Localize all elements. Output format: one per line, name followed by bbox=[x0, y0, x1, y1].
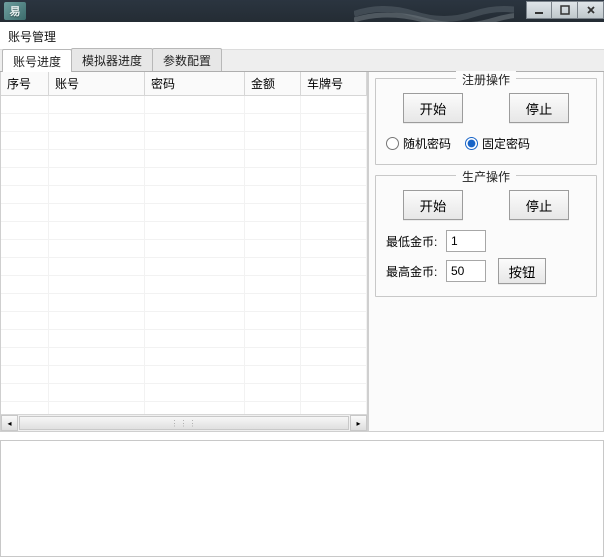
table-row bbox=[1, 312, 367, 330]
max-gold-label: 最高金币: bbox=[386, 263, 442, 280]
produce-stop-button[interactable]: 停止 bbox=[509, 190, 569, 220]
random-pwd-radio[interactable] bbox=[386, 137, 399, 150]
table-row bbox=[1, 348, 367, 366]
table-row bbox=[1, 294, 367, 312]
table-row bbox=[1, 222, 367, 240]
titlebar-decoration bbox=[354, 0, 514, 22]
random-pwd-radio-label[interactable]: 随机密码 bbox=[386, 135, 451, 152]
table-body bbox=[1, 96, 367, 414]
min-gold-label: 最低金币: bbox=[386, 233, 442, 250]
table-row bbox=[1, 258, 367, 276]
table-row bbox=[1, 132, 367, 150]
app-icon: 易 bbox=[4, 2, 26, 20]
register-stop-button[interactable]: 停止 bbox=[509, 93, 569, 123]
table-row bbox=[1, 402, 367, 414]
tab-bar: 账号进度 模拟器进度 参数配置 bbox=[0, 50, 604, 72]
minimize-button[interactable] bbox=[526, 1, 552, 19]
produce-group: 生产操作 开始 停止 最低金币: 最高金币: 按钮 bbox=[375, 175, 597, 297]
tab-account-progress[interactable]: 账号进度 bbox=[2, 49, 72, 72]
col-password[interactable]: 密码 bbox=[145, 72, 245, 96]
table-row bbox=[1, 150, 367, 168]
log-textarea[interactable] bbox=[0, 440, 604, 557]
scroll-right-button[interactable]: ▸ bbox=[350, 415, 367, 431]
close-icon bbox=[586, 5, 596, 15]
produce-extra-button[interactable]: 按钮 bbox=[498, 258, 546, 284]
table-row bbox=[1, 114, 367, 132]
fixed-pwd-text: 固定密码 bbox=[482, 135, 530, 152]
tab-emulator-progress[interactable]: 模拟器进度 bbox=[71, 48, 153, 71]
table-row bbox=[1, 186, 367, 204]
window-controls bbox=[526, 0, 604, 22]
h-scrollbar[interactable]: ◂ ⋮⋮⋮ ▸ bbox=[1, 414, 367, 431]
col-plate[interactable]: 车牌号 bbox=[301, 72, 367, 96]
maximize-icon bbox=[560, 5, 570, 15]
register-start-button[interactable]: 开始 bbox=[403, 93, 463, 123]
produce-legend: 生产操作 bbox=[456, 168, 516, 185]
max-gold-input[interactable] bbox=[446, 260, 486, 282]
titlebar: 易 bbox=[0, 0, 604, 22]
produce-start-button[interactable]: 开始 bbox=[403, 190, 463, 220]
table-row bbox=[1, 276, 367, 294]
register-legend: 注册操作 bbox=[456, 71, 516, 88]
random-pwd-text: 随机密码 bbox=[403, 135, 451, 152]
table-header: 序号 账号 密码 金额 车牌号 bbox=[1, 72, 367, 96]
log-panel bbox=[0, 440, 604, 557]
table-row bbox=[1, 366, 367, 384]
fixed-pwd-radio-label[interactable]: 固定密码 bbox=[465, 135, 530, 152]
window-title: 账号管理 bbox=[0, 22, 604, 50]
table-row bbox=[1, 384, 367, 402]
register-group: 注册操作 开始 停止 随机密码 固定密码 bbox=[375, 78, 597, 165]
side-panels: 注册操作 开始 停止 随机密码 固定密码 生产操作 开始 停止 bbox=[368, 72, 604, 432]
table-row bbox=[1, 96, 367, 114]
maximize-button[interactable] bbox=[552, 1, 578, 19]
scroll-left-button[interactable]: ◂ bbox=[1, 415, 18, 431]
col-account[interactable]: 账号 bbox=[49, 72, 145, 96]
table-row bbox=[1, 240, 367, 258]
col-index[interactable]: 序号 bbox=[1, 72, 49, 96]
table-row bbox=[1, 204, 367, 222]
scroll-thumb[interactable]: ⋮⋮⋮ bbox=[19, 416, 349, 430]
minimize-icon bbox=[534, 5, 544, 15]
table-row bbox=[1, 168, 367, 186]
tab-params[interactable]: 参数配置 bbox=[152, 48, 222, 71]
close-button[interactable] bbox=[578, 1, 604, 19]
min-gold-input[interactable] bbox=[446, 230, 486, 252]
table-row bbox=[1, 330, 367, 348]
fixed-pwd-radio[interactable] bbox=[465, 137, 478, 150]
account-table: 序号 账号 密码 金额 车牌号 ◂ bbox=[0, 72, 368, 432]
col-amount[interactable]: 金额 bbox=[245, 72, 301, 96]
